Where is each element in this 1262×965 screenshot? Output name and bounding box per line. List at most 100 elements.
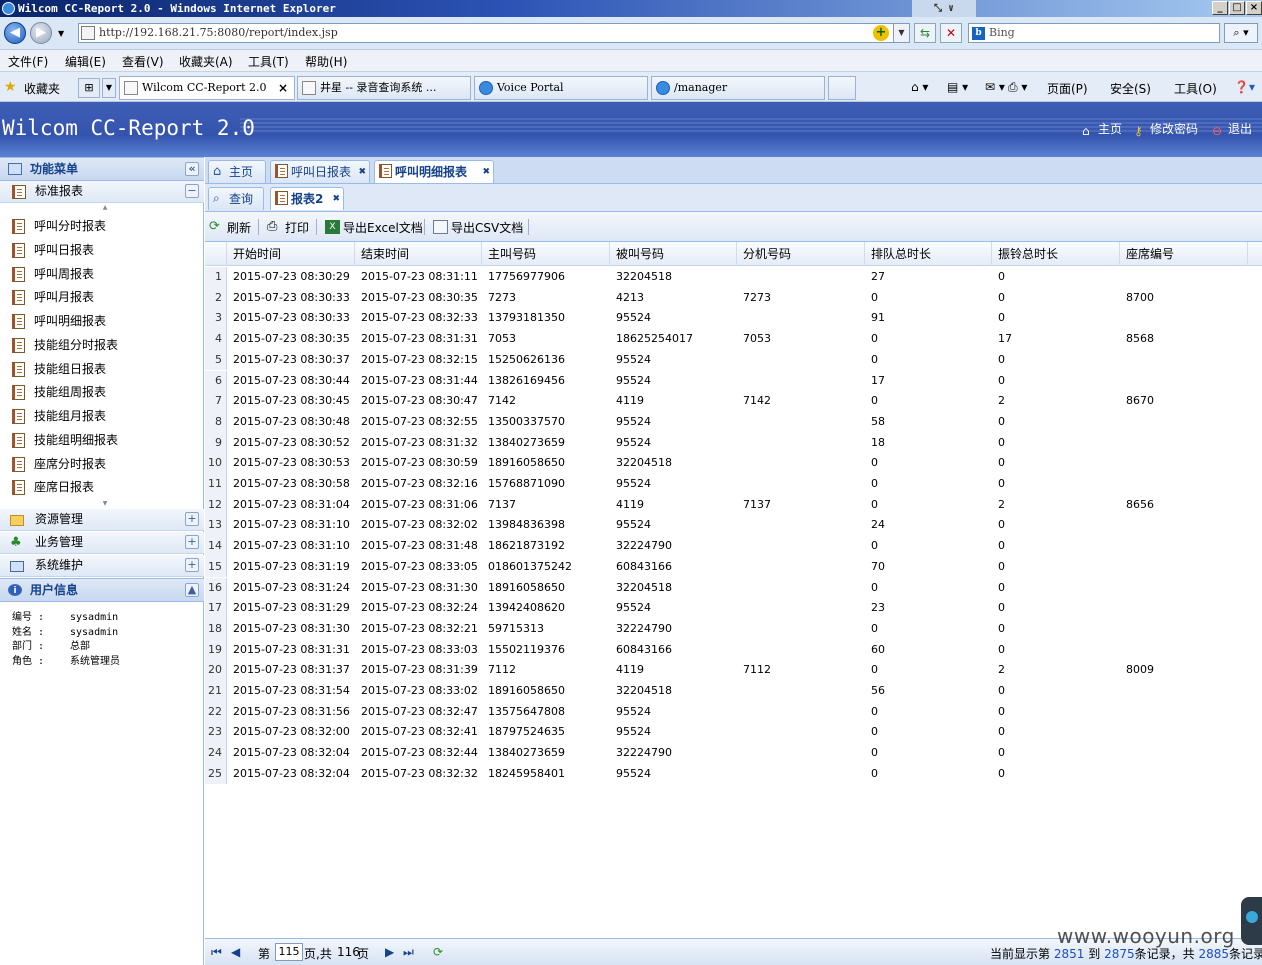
column-header[interactable]: 被叫号码	[610, 242, 737, 266]
minimize-button[interactable]: _	[1212, 1, 1228, 15]
table-row[interactable]: 7 2015-07-23 08:30:45 2015-07-23 08:30:47 7…	[205, 391, 1262, 412]
table-row[interactable]: 15 2015-07-23 08:31:19 2015-07-23 08:33:05…	[205, 556, 1262, 578]
browser-tab-voice-portal[interactable]: Voice Portal	[474, 76, 648, 100]
table-row[interactable]: 4 2015-07-23 08:30:35 2015-07-23 08:31:31 7…	[205, 329, 1262, 350]
scroll-up-icon[interactable]: ▲	[90, 205, 120, 211]
table-row[interactable]: 5 2015-07-23 08:30:37 2015-07-23 08:32:15 1…	[205, 349, 1262, 371]
sidebar-item-agent-hourly[interactable]: 座席分时报表	[10, 454, 106, 474]
table-row[interactable]: 20 2015-07-23 08:31:37 2015-07-23 08:31:39…	[205, 660, 1262, 681]
tab-home[interactable]: ⌂ 主页	[208, 160, 266, 183]
history-dropdown-icon[interactable]: ▼	[58, 29, 64, 38]
column-header[interactable]: 分机号码	[737, 242, 865, 266]
url-dropdown-icon[interactable]: ▼	[893, 24, 909, 42]
column-header[interactable]: 主叫号码	[482, 242, 610, 266]
standard-reports-header[interactable]: 标准报表 −	[0, 181, 204, 203]
home-link[interactable]: ⌂ 主页	[1082, 120, 1122, 138]
column-header[interactable]: 开始时间	[227, 242, 355, 266]
close-tab-icon[interactable]: ✖	[482, 161, 490, 183]
table-row[interactable]: 24 2015-07-23 08:32:04 2015-07-23 08:32:44…	[205, 743, 1262, 764]
tab-call-daily[interactable]: 呼叫日报表 ✖	[270, 160, 370, 183]
maximize-button[interactable]: □	[1229, 1, 1245, 15]
table-row[interactable]: 12 2015-07-23 08:31:04 2015-07-23 08:31:06…	[205, 494, 1262, 516]
side-gadget-icon[interactable]	[1241, 897, 1262, 945]
sidebar-item-skill-daily[interactable]: 技能组日报表	[10, 359, 106, 379]
collapse-group-button[interactable]: −	[185, 184, 199, 198]
sidebar-item-skill-hourly[interactable]: 技能组分时报表	[10, 335, 118, 355]
collapse-user-panel-button[interactable]: ▲	[185, 583, 199, 597]
table-row[interactable]: 23 2015-07-23 08:32:00 2015-07-23 08:32:41…	[205, 722, 1262, 744]
sidebar-item-call-hourly[interactable]: 呼叫分时报表	[10, 216, 106, 236]
export-csv-button[interactable]: 导出CSV文档	[433, 219, 523, 236]
menu-view[interactable]: 查看(V)	[122, 53, 164, 70]
tab-report2[interactable]: 报表2 ✖	[270, 187, 344, 210]
search-input[interactable]: b Bing	[968, 23, 1220, 43]
collapse-sidebar-button[interactable]: «	[185, 162, 199, 176]
table-row[interactable]: 3 2015-07-23 08:30:33 2015-07-23 08:32:33 1…	[205, 308, 1262, 330]
logout-link[interactable]: ⊖ 退出	[1212, 120, 1252, 138]
table-row[interactable]: 18 2015-07-23 08:31:30 2015-07-23 08:32:21…	[205, 618, 1262, 640]
expand-group-button[interactable]: +	[185, 558, 199, 572]
close-tab-icon[interactable]: ✖	[358, 161, 366, 183]
column-header[interactable]: 排队总时长	[865, 242, 992, 266]
favorites-label[interactable]: 收藏夹	[24, 80, 60, 97]
table-row[interactable]: 9 2015-07-23 08:30:52 2015-07-23 08:31:32 1…	[205, 432, 1262, 454]
column-header[interactable]: 振铃总时长	[992, 242, 1120, 266]
table-row[interactable]: 14 2015-07-23 08:31:10 2015-07-23 08:31:48…	[205, 536, 1262, 557]
table-row[interactable]: 2 2015-07-23 08:30:33 2015-07-23 08:30:35 7…	[205, 287, 1262, 309]
table-row[interactable]: 17 2015-07-23 08:31:29 2015-07-23 08:32:24…	[205, 598, 1262, 619]
refresh-page-icon[interactable]: ⟳	[433, 945, 443, 959]
table-row[interactable]: 16 2015-07-23 08:31:24 2015-07-23 08:31:30…	[205, 577, 1262, 599]
expand-group-button[interactable]: +	[185, 512, 199, 526]
expand-group-button[interactable]: +	[185, 535, 199, 549]
menu-help[interactable]: 帮助(H)	[305, 53, 347, 70]
table-row[interactable]: 6 2015-07-23 08:30:44 2015-07-23 08:31:44 1…	[205, 370, 1262, 392]
sidebar-item-agent-daily[interactable]: 座席日报表	[10, 477, 94, 497]
business-management-header[interactable]: ♣ 业务管理 +	[0, 532, 204, 554]
close-window-button[interactable]: ×	[1246, 1, 1262, 15]
sidebar-item-call-monthly[interactable]: 呼叫月报表	[10, 287, 94, 307]
resource-management-header[interactable]: 资源管理 +	[0, 509, 204, 531]
browser-tab-manager[interactable]: /manager	[651, 76, 825, 100]
mail-icon[interactable]: ✉ ▾	[985, 80, 1005, 94]
refresh-icon[interactable]: ⇆	[914, 23, 936, 43]
tab-call-detail[interactable]: 呼叫明细报表 ✖	[374, 160, 494, 183]
home-icon[interactable]: ⌂ ▾	[911, 80, 928, 94]
print-button[interactable]: ⎙ 打印	[267, 219, 309, 236]
compatibility-icon[interactable]: +	[873, 25, 889, 41]
tab-list-dropdown-icon[interactable]: ▼	[102, 78, 116, 98]
forward-button[interactable]: ▶	[30, 22, 52, 44]
stop-icon[interactable]: ✕	[940, 23, 962, 43]
next-page-icon[interactable]: ▶	[385, 945, 394, 959]
tab-query[interactable]: ⌕ 查询	[208, 187, 264, 210]
help-icon[interactable]: ❓▾	[1234, 80, 1255, 94]
export-excel-button[interactable]: X 导出Excel文档	[325, 219, 423, 236]
table-row[interactable]: 8 2015-07-23 08:30:48 2015-07-23 08:32:55 1…	[205, 411, 1262, 433]
change-password-link[interactable]: ⚷ 修改密码	[1134, 120, 1198, 138]
last-page-icon[interactable]: ⏭	[403, 945, 414, 960]
sidebar-item-skill-monthly[interactable]: 技能组月报表	[10, 406, 106, 426]
page-number-input[interactable]: 115	[275, 943, 303, 961]
sidebar-item-call-detail[interactable]: 呼叫明细报表	[10, 311, 106, 331]
table-row[interactable]: 25 2015-07-23 08:32:04 2015-07-23 08:32:32…	[205, 763, 1262, 785]
column-header[interactable]: 结束时间	[355, 242, 482, 266]
table-row[interactable]: 22 2015-07-23 08:31:56 2015-07-23 08:32:47…	[205, 701, 1262, 723]
close-tab-icon[interactable]: ✖	[332, 188, 340, 210]
table-row[interactable]: 13 2015-07-23 08:31:10 2015-07-23 08:32:02…	[205, 515, 1262, 537]
feeds-icon[interactable]: ▤ ▾	[947, 80, 968, 94]
refresh-button[interactable]: ⟳ 刷新	[209, 219, 251, 236]
system-maintenance-header[interactable]: 系统维护 +	[0, 555, 204, 577]
column-header[interactable]: 座席编号	[1120, 242, 1248, 266]
table-row[interactable]: 19 2015-07-23 08:31:31 2015-07-23 08:33:03…	[205, 639, 1262, 661]
quick-tabs-icon[interactable]: ⊞	[78, 78, 100, 98]
page-menu[interactable]: 页面(P)	[1047, 80, 1088, 97]
first-page-icon[interactable]: ⏮	[211, 945, 222, 960]
tools-menu[interactable]: 工具(O)	[1174, 80, 1217, 97]
close-tab-icon[interactable]: ×	[278, 77, 288, 99]
table-row[interactable]: 11 2015-07-23 08:30:58 2015-07-23 08:32:16…	[205, 474, 1262, 495]
previous-page-icon[interactable]: ◀	[231, 945, 240, 959]
table-row[interactable]: 10 2015-07-23 08:30:53 2015-07-23 08:30:59…	[205, 453, 1262, 474]
sidebar-item-skill-detail[interactable]: 技能组明细报表	[10, 430, 118, 450]
menu-edit[interactable]: 编辑(E)	[65, 53, 106, 70]
url-input[interactable]: http://192.168.21.75:8080/report/index.j…	[78, 23, 910, 43]
sidebar-item-call-weekly[interactable]: 呼叫周报表	[10, 264, 94, 284]
